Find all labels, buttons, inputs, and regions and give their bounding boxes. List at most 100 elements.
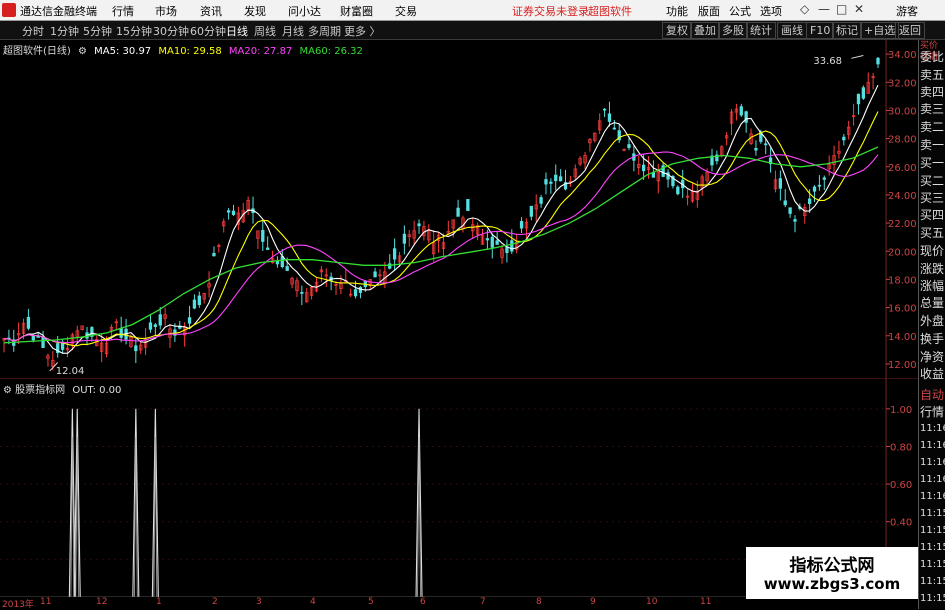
price-chart[interactable]: 12.00 14.00 16.00 18.00 20.00 22.00 24.00 26.00… bbox=[0, 40, 918, 378]
side-item-buy2: 买二 bbox=[920, 174, 945, 188]
candle-body bbox=[192, 299, 197, 309]
side-item-buy4: 买四 bbox=[920, 208, 945, 222]
ma60-line bbox=[3, 146, 879, 344]
tick-time: 11:15 bbox=[920, 508, 945, 519]
high-price-label: 33.68 bbox=[813, 56, 842, 67]
candle-body bbox=[812, 186, 817, 192]
menu-item-layout[interactable]: 版面 bbox=[698, 3, 720, 19]
candle-body bbox=[388, 263, 392, 269]
side-item-quote[interactable]: 行情 bbox=[920, 403, 944, 420]
side-item-buy1: 买一 bbox=[920, 156, 945, 170]
tick-time: 11:16 bbox=[920, 491, 945, 502]
f10-button[interactable]: F10 bbox=[806, 22, 835, 39]
period-tab-30min[interactable]: 30分钟 bbox=[153, 23, 189, 39]
settings-icon[interactable]: ⚙ bbox=[78, 46, 87, 57]
adjust-button[interactable]: 复权 bbox=[662, 22, 692, 39]
candle-body bbox=[266, 247, 270, 250]
side-item-sell3: 卖三 bbox=[920, 102, 945, 116]
draw-button[interactable]: 画线 bbox=[777, 22, 807, 39]
x-tick: 12 bbox=[96, 597, 108, 607]
side-item-earnings: 收益 bbox=[920, 367, 945, 381]
menu-item-trade[interactable]: 交易 bbox=[395, 3, 417, 19]
side-item-buy5: 买五 bbox=[920, 226, 945, 240]
multi-stock-button[interactable]: 多股 bbox=[718, 22, 748, 39]
candle-body bbox=[822, 177, 826, 180]
candle-body bbox=[466, 199, 470, 211]
candle-body bbox=[373, 271, 377, 278]
app-logo-icon bbox=[2, 3, 16, 17]
minimize-icon[interactable]: — bbox=[818, 2, 830, 16]
period-tab-multi[interactable]: 多周期 bbox=[308, 23, 341, 39]
side-item-volume: 总量 bbox=[920, 296, 945, 310]
period-tab-intraday[interactable]: 分时 bbox=[22, 23, 44, 39]
y-tick-label: 18.00 bbox=[888, 275, 917, 286]
candle-body bbox=[793, 219, 797, 222]
candle-body bbox=[392, 248, 397, 260]
y-tick-label: 20.00 bbox=[888, 247, 917, 258]
overlay-button[interactable]: 叠加 bbox=[690, 22, 720, 39]
period-tab-more[interactable]: 更多 〉 bbox=[344, 23, 381, 39]
menu-item-formula[interactable]: 公式 bbox=[729, 3, 751, 19]
x-tick: 8 bbox=[536, 597, 542, 607]
y-tick-label: 16.00 bbox=[888, 304, 917, 315]
back-button[interactable]: 返回 bbox=[895, 22, 925, 39]
period-tab-15min[interactable]: 15分钟 bbox=[116, 23, 152, 39]
candle-body bbox=[807, 198, 812, 204]
high-arrow bbox=[851, 55, 864, 59]
x-tick: 10 bbox=[646, 597, 658, 607]
tick-time: 11:15 bbox=[920, 576, 945, 587]
candle-body bbox=[817, 184, 822, 187]
candle-body bbox=[226, 210, 231, 213]
menu-item-discover[interactable]: 发现 bbox=[244, 3, 266, 19]
menu-item-wealth[interactable]: 财富圈 bbox=[340, 3, 373, 19]
y-tick-label: 14.00 bbox=[888, 332, 917, 343]
candle-body bbox=[842, 136, 846, 141]
menu-item-ask[interactable]: 问小达 bbox=[288, 3, 321, 19]
mark-button[interactable]: 标记 bbox=[832, 22, 862, 39]
stats-button[interactable]: 统计 bbox=[746, 22, 776, 39]
side-item-sell1: 卖一 bbox=[920, 138, 945, 152]
candle-body bbox=[876, 57, 880, 65]
tick-time: 11:15 bbox=[920, 542, 945, 553]
menu-item-news[interactable]: 资讯 bbox=[200, 3, 222, 19]
period-tab-daily[interactable]: 日线 bbox=[226, 23, 248, 39]
account-label[interactable]: 游客 bbox=[896, 3, 918, 19]
side-item-turnover: 换手 bbox=[920, 332, 945, 346]
maximize-icon[interactable]: □ bbox=[836, 2, 847, 16]
menu-item-function[interactable]: 功能 bbox=[666, 3, 688, 19]
side-item-change: 涨跌 bbox=[920, 262, 945, 276]
close-icon[interactable]: ✕ bbox=[854, 2, 864, 16]
ma60-label: MA60: 26.32 bbox=[299, 46, 363, 57]
side-item-price: 现价 bbox=[920, 244, 945, 258]
candle-body bbox=[558, 176, 563, 182]
indicator-settings-icon[interactable]: ⚙ bbox=[3, 385, 12, 396]
y-tick-label: 26.00 bbox=[888, 163, 917, 174]
period-tab-60min[interactable]: 60分钟 bbox=[190, 23, 226, 39]
skin-icon[interactable]: ◇ bbox=[800, 2, 809, 16]
x-tick: 3 bbox=[256, 597, 262, 607]
period-tab-1min[interactable]: 1分钟 bbox=[50, 23, 79, 39]
period-tab-weekly[interactable]: 周线 bbox=[254, 23, 276, 39]
y-tick-label: 22.00 bbox=[888, 219, 917, 230]
candle-body bbox=[861, 87, 866, 99]
menu-item-market[interactable]: 行情 bbox=[112, 3, 134, 19]
candle-body bbox=[539, 197, 543, 204]
add-watchlist-button[interactable]: +自选 bbox=[860, 22, 900, 39]
login-warning[interactable]: 证券交易未登录 bbox=[512, 3, 589, 19]
candle-body bbox=[119, 328, 123, 338]
menu-item-options[interactable]: 选项 bbox=[760, 3, 782, 19]
tick-time: 11:15 bbox=[920, 593, 945, 604]
side-item-change-pct: 涨幅 bbox=[920, 279, 945, 293]
indicator-legend: ⚙ 股票指标网 OUT: 0.00 bbox=[3, 381, 121, 396]
ma5-line bbox=[3, 84, 879, 354]
tick-time: 11:15 bbox=[920, 525, 945, 536]
period-tab-monthly[interactable]: 月线 bbox=[282, 23, 304, 39]
period-tab-5min[interactable]: 5分钟 bbox=[83, 23, 112, 39]
indicator-out-value: OUT: 0.00 bbox=[72, 385, 122, 396]
side-item-auto[interactable]: 自动 bbox=[920, 386, 944, 403]
menu-item-exchange[interactable]: 市场 bbox=[155, 3, 177, 19]
candle-body bbox=[285, 266, 289, 271]
tick-time: 11:15 bbox=[920, 559, 945, 570]
x-tick: 9 bbox=[590, 597, 596, 607]
period-toolbar: 分时 1分钟 5分钟 15分钟 30分钟 60分钟 日线 周线 月线 多周期 更… bbox=[0, 21, 945, 40]
